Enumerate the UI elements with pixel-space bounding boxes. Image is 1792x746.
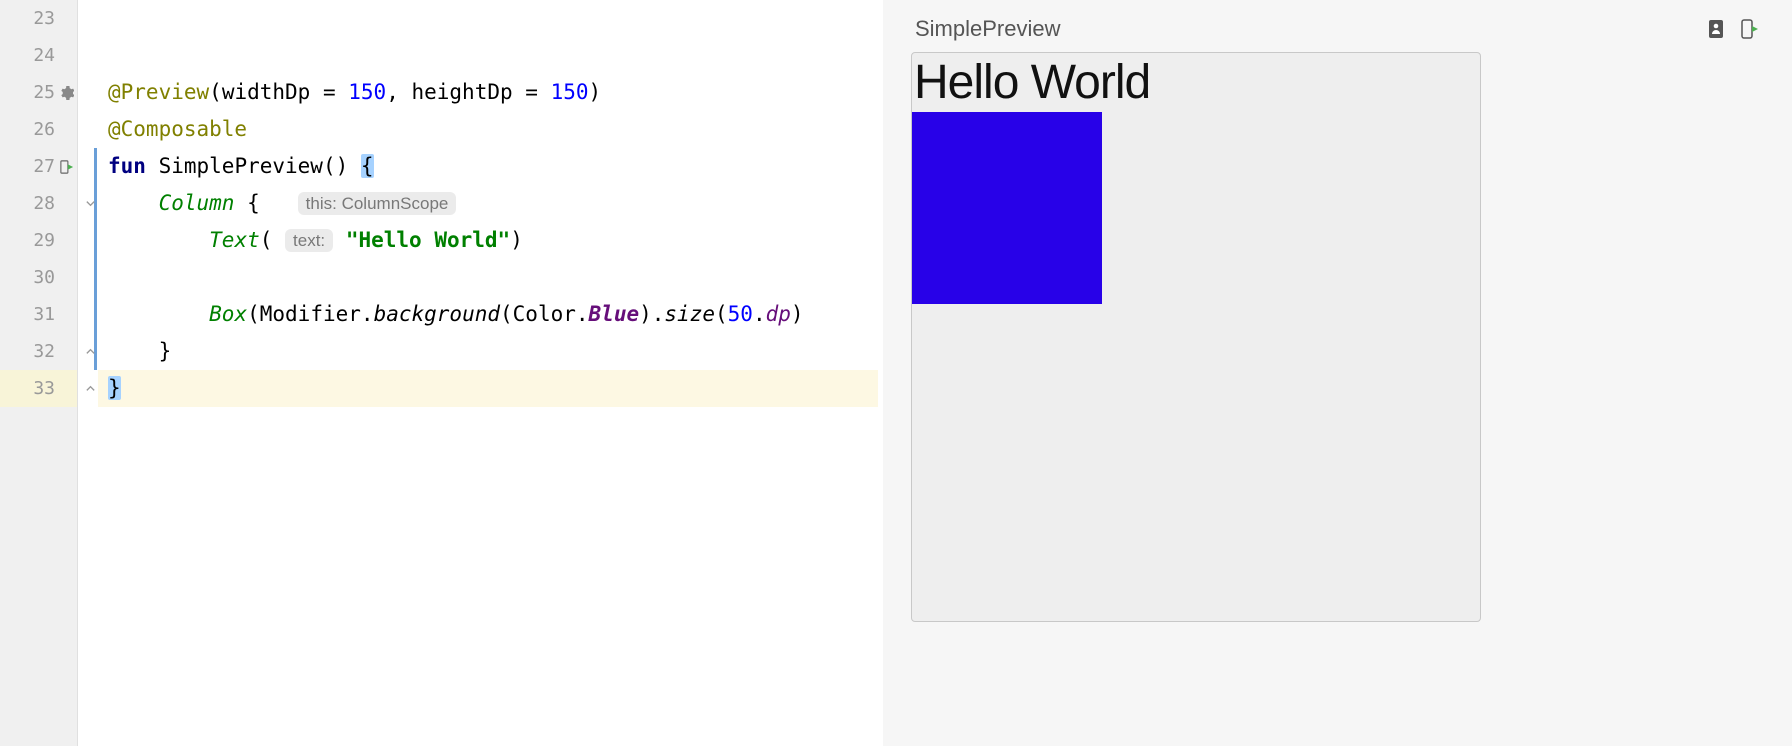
code-line-23[interactable] bbox=[98, 0, 878, 37]
gear-icon[interactable] bbox=[59, 85, 75, 101]
code-line-33[interactable]: } bbox=[98, 370, 878, 407]
gutter-line-32[interactable]: 32 bbox=[0, 333, 77, 370]
line-number: 33 bbox=[33, 378, 55, 399]
line-number: 32 bbox=[33, 341, 55, 362]
preview-header: SimplePreview bbox=[911, 16, 1764, 42]
code-line-32[interactable]: } bbox=[98, 333, 878, 370]
class-color: Color bbox=[513, 302, 576, 326]
preview-blue-box bbox=[912, 112, 1102, 304]
gutter-line-33[interactable]: 33 bbox=[0, 370, 77, 407]
compose-preview-pane: SimplePreview Hello World bbox=[883, 0, 1792, 746]
preview-title: SimplePreview bbox=[915, 16, 1061, 42]
fold-toggle-icon[interactable] bbox=[84, 383, 96, 395]
call-text: Text bbox=[209, 228, 260, 252]
class-modifier: Modifier bbox=[260, 302, 361, 326]
fold-column bbox=[78, 0, 98, 746]
brace-open: { bbox=[361, 154, 374, 178]
line-number: 24 bbox=[33, 45, 55, 66]
change-marker bbox=[94, 148, 97, 185]
line-number: 23 bbox=[33, 8, 55, 29]
call-size: size bbox=[664, 302, 715, 326]
number-literal: 50 bbox=[728, 302, 753, 326]
annotation-preview: @Preview bbox=[108, 80, 209, 104]
call-box: Box bbox=[209, 302, 247, 326]
inline-hint: text: bbox=[285, 229, 333, 252]
member-blue: Blue bbox=[589, 302, 640, 326]
arg-label: widthDp = bbox=[222, 80, 348, 104]
keyword-fun: fun bbox=[108, 154, 146, 178]
code-text-area[interactable]: @Preview(widthDp = 150, heightDp = 150) … bbox=[98, 0, 878, 746]
arg-label: , heightDp = bbox=[386, 80, 550, 104]
arg-value: 150 bbox=[348, 80, 386, 104]
line-number: 25 bbox=[33, 82, 55, 103]
gutter-line-27[interactable]: 27 bbox=[0, 148, 77, 185]
line-number-gutter[interactable]: 23 24 25 26 27 28 29 30 31 32 33 bbox=[0, 0, 78, 746]
gutter-line-25[interactable]: 25 bbox=[0, 74, 77, 111]
deploy-preview-icon[interactable] bbox=[1740, 18, 1760, 40]
code-editor-pane: 23 24 25 26 27 28 29 30 31 32 33 @Previe… bbox=[0, 0, 878, 746]
code-line-31[interactable]: Box(Modifier.background(Color.Blue).size… bbox=[98, 296, 878, 333]
preview-text-hello: Hello World bbox=[912, 53, 1480, 110]
change-marker bbox=[94, 296, 97, 333]
annotation-composable: @Composable bbox=[108, 117, 247, 141]
code-line-28[interactable]: Column { this: ColumnScope bbox=[98, 185, 878, 222]
arg-value: 150 bbox=[551, 80, 589, 104]
line-number: 27 bbox=[33, 156, 55, 177]
line-number: 30 bbox=[33, 267, 55, 288]
string-literal: "Hello World" bbox=[346, 228, 510, 252]
member-dp: dp bbox=[766, 302, 791, 326]
gutter-line-26[interactable]: 26 bbox=[0, 111, 77, 148]
change-marker bbox=[94, 259, 97, 296]
brace: { bbox=[234, 191, 259, 215]
change-marker bbox=[94, 222, 97, 259]
function-name: SimplePreview() bbox=[146, 154, 361, 178]
interactive-preview-icon[interactable] bbox=[1706, 18, 1726, 40]
line-number: 31 bbox=[33, 304, 55, 325]
code-line-27[interactable]: fun SimplePreview() { bbox=[98, 148, 878, 185]
line-number: 28 bbox=[33, 193, 55, 214]
fold-toggle-icon[interactable] bbox=[84, 198, 96, 210]
brace-close: } bbox=[159, 339, 172, 363]
inline-hint: this: ColumnScope bbox=[298, 192, 457, 215]
gutter-line-24[interactable]: 24 bbox=[0, 37, 77, 74]
preview-actions bbox=[1706, 18, 1760, 40]
code-line-29[interactable]: Text( text: "Hello World") bbox=[98, 222, 878, 259]
gutter-line-23[interactable]: 23 bbox=[0, 0, 77, 37]
run-gutter-icon[interactable] bbox=[59, 159, 75, 175]
preview-canvas[interactable]: Hello World bbox=[911, 52, 1481, 622]
line-number: 26 bbox=[33, 119, 55, 140]
code-line-24[interactable] bbox=[98, 37, 878, 74]
fold-toggle-icon[interactable] bbox=[84, 346, 96, 358]
code-line-25[interactable]: @Preview(widthDp = 150, heightDp = 150) bbox=[98, 74, 878, 111]
gutter-line-30[interactable]: 30 bbox=[0, 259, 77, 296]
code-line-30[interactable] bbox=[98, 259, 878, 296]
code-line-26[interactable]: @Composable bbox=[98, 111, 878, 148]
call-column: Column bbox=[159, 191, 235, 215]
brace-close: } bbox=[108, 376, 121, 400]
gutter-line-28[interactable]: 28 bbox=[0, 185, 77, 222]
call-background: background bbox=[374, 302, 500, 326]
line-number: 29 bbox=[33, 230, 55, 251]
gutter-line-29[interactable]: 29 bbox=[0, 222, 77, 259]
gutter-line-31[interactable]: 31 bbox=[0, 296, 77, 333]
